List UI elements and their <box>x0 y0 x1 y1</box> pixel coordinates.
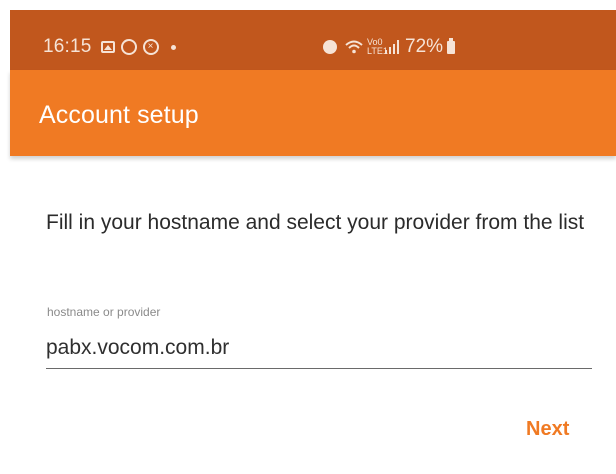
status-right: Vo0 LTE1 72% <box>323 36 456 58</box>
status-left: 16:15 × <box>43 36 176 58</box>
battery-percent: 72% <box>405 36 444 57</box>
hostname-label: hostname or provider <box>47 305 161 319</box>
dot-icon <box>170 44 176 50</box>
screen: 16:15 × Vo0 LTE1 72% Account setup Fill … <box>0 0 616 474</box>
whatsapp-icon <box>120 39 137 55</box>
page-title: Account setup <box>39 101 199 129</box>
volte-icon: Vo0 LTE1 <box>367 37 388 56</box>
signal-icon <box>385 40 399 54</box>
hostname-input[interactable] <box>46 331 592 369</box>
image-icon <box>100 41 115 53</box>
blocked-icon: × <box>142 39 159 55</box>
next-button[interactable]: Next <box>526 418 569 441</box>
status-bar: 16:15 × Vo0 LTE1 72% <box>10 10 616 70</box>
wifi-icon <box>345 40 363 54</box>
status-time: 16:15 <box>43 36 92 57</box>
alarm-icon <box>323 40 337 54</box>
app-bar: Account setup <box>10 70 616 156</box>
instructions-text: Fill in your hostname and select your pr… <box>46 211 585 234</box>
battery-icon <box>447 37 456 54</box>
